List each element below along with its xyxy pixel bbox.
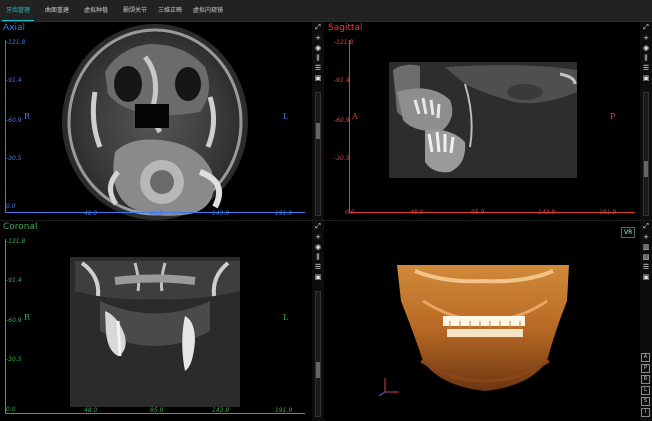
x-tick: 143.9 [538,209,556,216]
layers-icon[interactable]: ☰ [641,64,651,73]
sagittal-slice-image [389,62,577,178]
snapshot-icon[interactable]: ▣ [313,74,323,83]
slice-scrollbar[interactable] [643,92,649,216]
y-tick: -30.5 [334,155,350,162]
view-left-button[interactable]: L [641,386,650,395]
y-tick: -121.8 [6,39,26,46]
view-posterior-button[interactable]: P [641,364,650,373]
slice-scrollbar[interactable] [315,291,321,417]
y-tick: 0.0 [6,203,16,210]
ruler-icon[interactable]: ⫼ [313,253,323,262]
coronal-view[interactable]: Coronal -121.8 -91.4 -60.9 -30.5 0.0 48.… [0,221,312,421]
y-tick: -30.5 [6,155,22,162]
x-tick: 95.9 [150,210,164,217]
vr-mode-badge[interactable]: VR [621,227,636,238]
ruler-icon[interactable]: ⫼ [641,54,651,63]
slice-scroll-thumb[interactable] [316,123,320,139]
y-axis [349,40,350,212]
y-tick: -91.4 [6,277,22,284]
volume-render-image [378,265,569,397]
y-axis [5,40,6,212]
eye-icon[interactable]: ◉ [313,44,323,53]
pane-title: Axial [3,23,25,33]
y-tick: -91.4 [6,77,22,84]
y-tick: 0.0 [6,406,16,413]
clip-plane-icon[interactable]: ▨ [641,253,651,262]
orientation-left: R [24,112,31,121]
layers-icon[interactable]: ☰ [641,263,651,272]
orientation-right: L [283,112,289,121]
crosshair-icon[interactable]: + [313,233,323,242]
crosshair-icon[interactable]: + [641,34,651,43]
y-tick: -30.5 [6,356,22,363]
tab-teeth-management[interactable]: 牙齿管理 [0,0,36,22]
view-right-button[interactable]: R [641,375,650,384]
crosshair-icon[interactable]: + [313,34,323,43]
axial-slice-image [62,24,248,220]
crosshair-icon[interactable]: + [641,233,651,242]
layers-icon[interactable]: ☰ [313,64,323,73]
x-tick: 48.0 [84,407,98,414]
y-tick: -60.9 [6,317,22,324]
expand-icon[interactable]: ⤢ [313,23,323,32]
tab-implant[interactable]: 虚拟种植 [79,0,113,22]
x-tick: 0.0 [345,209,355,216]
expand-icon[interactable]: ⤢ [313,222,323,231]
x-tick: 191.9 [275,210,293,217]
eye-icon[interactable]: ◉ [641,44,651,53]
volume-render-view[interactable]: VR [325,221,639,421]
x-axis [349,212,635,213]
y-tick: -121.8 [6,238,26,245]
view-superior-button[interactable]: S [641,397,650,406]
x-tick: 143.9 [212,407,230,414]
y-tick: -60.9 [334,117,350,124]
coronal-slice-image [70,257,240,407]
x-tick: 191.9 [275,407,293,414]
snapshot-icon[interactable]: ▣ [641,74,651,83]
y-tick: -121.8 [334,39,354,46]
x-tick: 191.9 [599,209,617,216]
axial-toolstrip: ⤢ + ◉ ⫼ ☰ ▣ [312,22,324,220]
sagittal-view[interactable]: Sagittal -121.8 -91.4 -60.9 -30.5 0.0 48… [325,22,639,220]
orientation-left: R [24,313,31,322]
tab-endoscope[interactable]: 虚拟内窥镜 [188,0,228,22]
layers-icon[interactable]: ☰ [313,263,323,272]
sagittal-toolstrip: ⤢ + ◉ ⫼ ☰ ▣ [640,22,652,220]
expand-icon[interactable]: ⤢ [641,222,651,231]
tab-tmj[interactable]: 颞颌关节 [118,0,152,22]
view-anterior-button[interactable]: A [641,353,650,362]
slice-scroll-thumb[interactable] [644,161,648,177]
top-nav: 牙齿管理 曲面重建 虚拟种植 颞颌关节 三维正畸 虚拟内窥镜 [0,0,652,22]
y-tick: -60.9 [6,117,22,124]
eye-icon[interactable]: ◉ [313,243,323,252]
x-tick: 48.0 [84,210,98,217]
ruler-icon[interactable]: ⫼ [313,54,323,63]
tab-panoramic[interactable]: 曲面重建 [40,0,74,22]
volume-toolstrip: ⤢ + ▥ ▨ ☰ ▣ A P R L S I [640,221,652,421]
x-tick: 95.9 [471,209,485,216]
pane-title: Coronal [3,222,38,232]
orientation-left: A [352,112,358,121]
slice-scroll-thumb[interactable] [316,362,320,378]
expand-icon[interactable]: ⤢ [641,23,651,32]
x-tick: 95.9 [150,407,164,414]
slice-scrollbar[interactable] [315,92,321,216]
snapshot-icon[interactable]: ▣ [641,273,651,282]
y-axis [5,239,6,413]
orientation-right: L [283,313,289,322]
snapshot-icon[interactable]: ▣ [313,273,323,282]
x-tick: 48.0 [410,209,424,216]
axial-view[interactable]: Axial -121.8 -91.4 -60.9 -30.5 0.0 48.0 … [0,22,312,220]
y-tick: -91.4 [334,77,350,84]
histogram-icon[interactable]: ▥ [641,243,651,252]
tab-ortho[interactable]: 三维正畸 [152,0,188,22]
orientation-right: P [610,112,616,121]
pane-title: Sagittal [328,23,363,33]
x-tick: 143.9 [212,210,230,217]
coronal-toolstrip: ⤢ + ◉ ⫼ ☰ ▣ [312,221,324,421]
view-inferior-button[interactable]: I [641,408,650,417]
